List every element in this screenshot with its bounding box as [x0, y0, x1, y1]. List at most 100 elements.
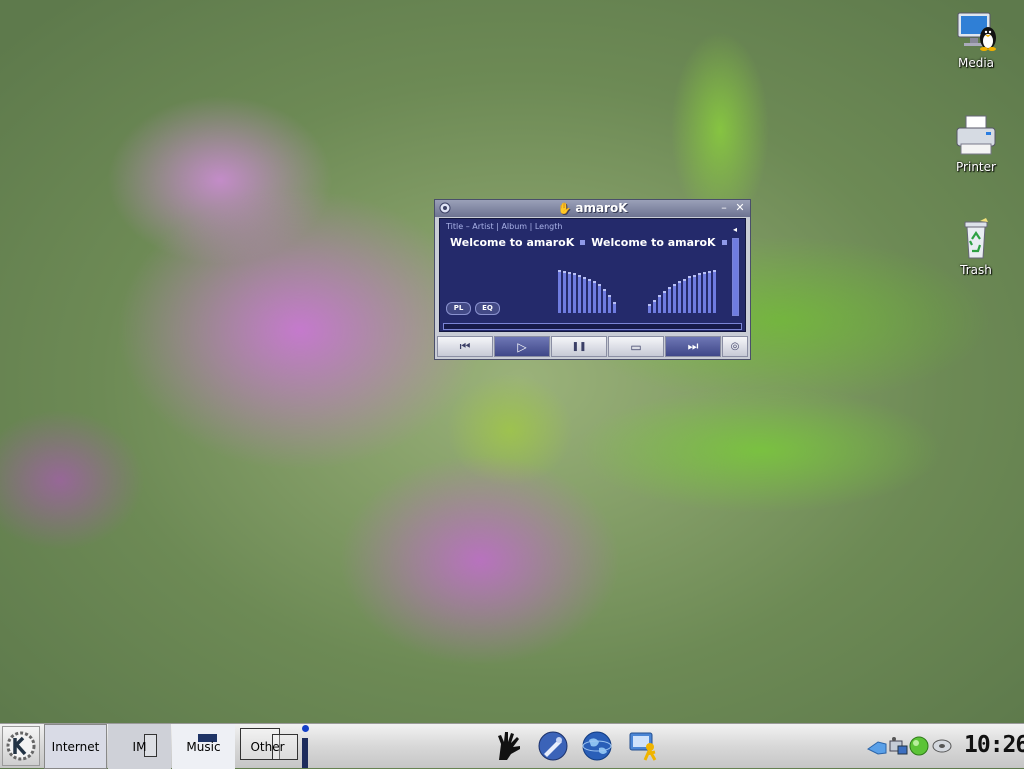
desktop-label: Music — [186, 739, 221, 754]
options-icon: ◎ — [730, 341, 740, 352]
analyzer-bar-peak — [578, 275, 581, 277]
track-scroller: Welcome to amaroK Welcome to amaroK — [450, 236, 733, 249]
analyzer-bar-peak — [663, 291, 666, 293]
konqueror-icon[interactable] — [537, 730, 569, 762]
separator-square-icon — [580, 239, 586, 245]
cd-drive-icon[interactable] — [931, 735, 953, 757]
next-button[interactable]: ⏭ — [665, 336, 721, 357]
computer-monitor-tux-icon — [952, 10, 1000, 54]
analyzer-bar — [593, 281, 596, 313]
clock[interactable]: 10:26 — [964, 732, 1024, 758]
window-title-text: amaroK — [575, 201, 628, 215]
desktop-switch-other[interactable]: Other — [236, 724, 299, 769]
desktop-pager-indicator — [301, 724, 309, 769]
printer-icon — [952, 114, 1000, 158]
pause-icon: ❚❚ — [571, 341, 587, 352]
playlist-button[interactable]: PL — [446, 302, 471, 315]
web-browser-globe-icon[interactable] — [581, 730, 613, 762]
previous-button[interactable]: ⏮ — [437, 336, 493, 357]
desktop-icon-printer[interactable]: Printer — [941, 114, 1011, 174]
desktop-switch-internet[interactable]: Internet — [44, 724, 107, 769]
volume-slider[interactable] — [732, 238, 739, 316]
play-icon: ▷ — [517, 339, 527, 354]
analyzer-bar-peak — [648, 304, 651, 306]
desktop-label: Other — [250, 739, 285, 754]
volume-level — [733, 239, 738, 315]
analyzer-bar-peak — [588, 279, 591, 281]
desktop-switch-music[interactable]: Music — [172, 724, 235, 769]
window-title: ✋ amaroK — [435, 201, 750, 215]
green-status-icon[interactable] — [908, 735, 930, 757]
analyzer-bar-peak — [568, 272, 571, 274]
analyzer-bar — [583, 277, 586, 313]
analyzer-bar-peak — [658, 295, 661, 297]
desktop-icon-label: Printer — [956, 160, 996, 174]
analyzer-bar — [688, 276, 691, 313]
analyzer-bar — [673, 284, 676, 313]
prev-track-icon: ⏮ — [459, 339, 471, 353]
transport-controls: ⏮ ▷ ❚❚ ▭ ⏭ ◎ — [437, 336, 748, 357]
analyzer-bar — [598, 284, 601, 313]
stop-button[interactable]: ▭ — [608, 336, 664, 357]
analyzer-bar-peak — [713, 270, 716, 272]
analyzer-bar — [703, 272, 706, 313]
next-track-icon: ⏭ — [687, 339, 699, 353]
seek-slider[interactable] — [443, 323, 742, 330]
analyzer-bar — [698, 273, 701, 313]
analyzer-bar-peak — [678, 281, 681, 283]
analyzer-bar — [578, 275, 581, 313]
minimize-icon[interactable]: – — [718, 202, 730, 214]
k-menu-button[interactable] — [2, 726, 40, 766]
amarok-player-window[interactable]: ✋ amaroK – ✕ Title – Artist | Album | Le… — [434, 199, 751, 360]
analyzer-bar-peak — [558, 270, 561, 272]
close-icon[interactable]: ✕ — [734, 202, 746, 214]
volume-speaker-icon[interactable] — [866, 735, 888, 757]
analyzer-bar — [663, 291, 666, 313]
player-display: Title – Artist | Album | Length Welcome … — [439, 218, 746, 332]
desktop-switch-im[interactable]: IM — [108, 724, 171, 769]
analyzer-bar-peak — [668, 287, 671, 289]
analyzer-bar-peak — [688, 276, 691, 278]
desktop-label: IM — [132, 739, 147, 754]
stop-icon: ▭ — [630, 339, 642, 354]
taskbar: Internet IM Music Other 10:26 — [0, 723, 1024, 769]
pause-button[interactable]: ❚❚ — [551, 336, 607, 357]
options-button[interactable]: ◎ — [722, 336, 748, 357]
analyzer-bar — [603, 289, 606, 313]
analyzer-bar-peak — [673, 284, 676, 286]
analyzer-bar-peak — [603, 289, 606, 291]
analyzer-bar — [683, 279, 686, 313]
analyzer-bar-peak — [598, 284, 601, 286]
analyzer-bar — [563, 271, 566, 313]
analyzer-bar-peak — [693, 275, 696, 277]
kopete-messenger-icon[interactable] — [627, 730, 659, 762]
analyzer-bar — [678, 281, 681, 313]
column-header: Title – Artist | Album | Length — [446, 222, 563, 231]
desktop-icon-media[interactable]: Media — [941, 10, 1011, 70]
amarok-hand-icon[interactable] — [493, 730, 525, 762]
equalizer-button[interactable]: EQ — [475, 302, 500, 315]
scroll-text: Welcome to amaroK — [450, 236, 575, 249]
volume-marker-icon: ◂ — [732, 225, 737, 234]
desktop-icon-trash[interactable]: Trash — [941, 217, 1011, 277]
amarok-hand-logo-icon: ✋ — [557, 202, 572, 215]
analyzer-bar — [713, 270, 716, 313]
desktop-icon-label: Trash — [960, 263, 992, 277]
window-titlebar[interactable]: ✋ amaroK – ✕ — [435, 200, 750, 217]
analyzer-bar-peak — [608, 295, 611, 297]
analyzer-bar — [568, 272, 571, 313]
analyzer-bar — [668, 287, 671, 313]
analyzer-bar — [558, 270, 561, 313]
desktop-icon-label: Media — [957, 56, 995, 70]
network-icon[interactable] — [887, 735, 909, 757]
analyzer-bar — [573, 273, 576, 313]
analyzer-bar-peak — [703, 272, 706, 274]
analyzer-bar-peak — [573, 273, 576, 275]
analyzer-bar-peak — [593, 281, 596, 283]
analyzer-bar-peak — [563, 271, 566, 273]
analyzer-bar-peak — [708, 271, 711, 273]
analyzer-bar — [658, 295, 661, 313]
play-button[interactable]: ▷ — [494, 336, 550, 357]
desktop-label: Internet — [51, 739, 100, 754]
analyzer-bar-peak — [653, 300, 656, 302]
